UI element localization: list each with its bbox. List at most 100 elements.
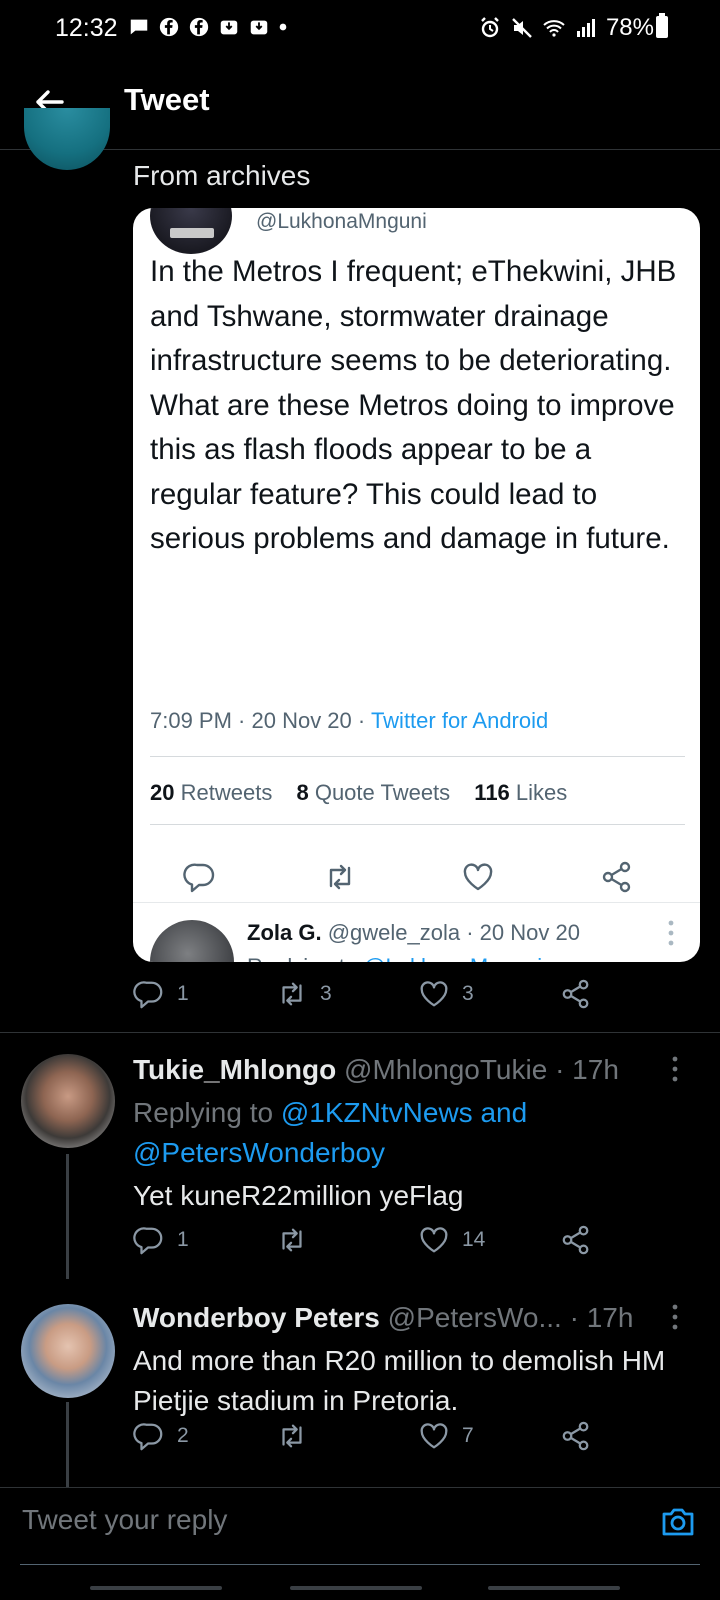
like-button[interactable]: 3 [418, 978, 474, 1010]
retweet-button[interactable]: 3 [276, 978, 332, 1010]
reply-icon [133, 981, 163, 1009]
share-icon [562, 979, 589, 1009]
share-button[interactable] [560, 1420, 592, 1452]
reply-count: 1 [177, 982, 189, 1005]
tweet-source-link[interactable]: Twitter for Android [371, 708, 548, 733]
heart-icon [420, 1423, 448, 1449]
quoted-tweet-text: In the Metros I frequent; eThekwini, JHB… [150, 255, 677, 555]
heart-icon [420, 981, 448, 1007]
retweet-icon [282, 982, 302, 1006]
reply-icon[interactable] [183, 860, 217, 894]
gesture-bar [90, 1586, 222, 1590]
tweet-time: 7:09 PM · 20 Nov 20 · [150, 708, 371, 733]
message-icon [130, 19, 148, 35]
page-title: Tweet [124, 82, 210, 117]
status-bar: 12:32 78% [0, 0, 720, 56]
quote-tweets-count: 8 [296, 780, 309, 805]
reply-count: 2 [177, 1424, 189, 1447]
avatar[interactable] [24, 108, 110, 170]
likes-count: 116 [474, 780, 510, 805]
reply-author-name: Zola G. [247, 920, 322, 945]
facebook-icon [189, 17, 209, 37]
reply-author[interactable]: Wonderboy Peters @PetersWo... · 17h [133, 1302, 633, 1334]
tweet-text: From archives [133, 160, 311, 191]
tweet-stats: 20 Retweets 8 Quote Tweets 116 Likes [150, 780, 585, 806]
tweet-text: Yet kuneR22million yeFlag [133, 1180, 464, 1211]
input-underline [20, 1564, 700, 1565]
retweet-count: 3 [320, 982, 332, 1005]
replying-prefix: Replying to [247, 954, 363, 962]
tweet-actions: 1 14 [0, 1224, 720, 1264]
system-icons: 78% [478, 14, 654, 42]
divider [133, 902, 700, 903]
like-button[interactable]: 14 [418, 1224, 485, 1256]
reply-author[interactable]: Tukie_Mhlongo @MhlongoTukie · 17h [133, 1054, 619, 1086]
wifi-icon [543, 20, 565, 37]
retweets-label: Retweets [180, 780, 273, 805]
tweet-actions: 1 3 3 [0, 978, 720, 1018]
notification-icons [128, 16, 288, 38]
retweet-button[interactable] [276, 1420, 320, 1452]
quoted-handle[interactable]: @LukhonaMnguni [256, 210, 427, 234]
replying-handle-link[interactable]: @LukhonaMnguni [363, 954, 542, 962]
replying-to: Replying to @LukhonaMnguni [247, 954, 542, 962]
retweets-stat[interactable]: 20 Retweets [150, 780, 272, 805]
retweet-icon [282, 1424, 302, 1448]
retweet-icon[interactable] [323, 860, 357, 894]
author-name: Wonderboy Peters [133, 1302, 380, 1333]
reply-count: 1 [177, 1228, 189, 1251]
avatar[interactable] [150, 208, 232, 254]
alarm-icon [481, 17, 499, 38]
replying-prefix: Replying to [133, 1097, 281, 1128]
reply-composer: Tweet your reply [0, 1487, 720, 1600]
share-icon [562, 1421, 589, 1451]
replying-to: Replying to @1KZNtvNews and @PetersWonde… [133, 1093, 593, 1173]
likes-label: Likes [515, 780, 568, 805]
divider [0, 1032, 720, 1033]
like-button[interactable]: 7 [418, 1420, 474, 1452]
share-icon[interactable] [600, 860, 634, 894]
avatar[interactable] [150, 920, 234, 962]
divider [150, 824, 685, 825]
like-count: 14 [462, 1228, 486, 1251]
status-time: 12:32 [55, 14, 118, 42]
gesture-bar [488, 1586, 620, 1590]
gesture-bar [290, 1586, 422, 1590]
reply-button[interactable]: 1 [133, 978, 189, 1010]
author-name: Tukie_Mhlongo [133, 1054, 337, 1085]
divider [150, 756, 685, 757]
signal-icon [576, 19, 595, 37]
author-meta: @PetersWo... · 17h [387, 1302, 634, 1333]
likes-stat[interactable]: 116 Likes [474, 780, 567, 805]
battery-icon [656, 13, 668, 38]
quote-tweets-stat[interactable]: 8 Quote Tweets [296, 780, 450, 805]
heart-icon [420, 1227, 448, 1253]
more-options-icon[interactable] [672, 1304, 678, 1330]
reply-input[interactable]: Tweet your reply [22, 1504, 227, 1536]
more-options-icon[interactable] [668, 920, 674, 946]
battery-percentage: 78% [605, 14, 654, 41]
more-options-icon[interactable] [672, 1056, 678, 1082]
like-count: 3 [462, 982, 474, 1005]
download-icon [220, 20, 238, 35]
avatar[interactable] [21, 1304, 115, 1398]
quote-tweets-label: Quote Tweets [314, 780, 451, 805]
facebook-icon [159, 17, 179, 37]
retweets-count: 20 [150, 780, 175, 805]
share-button[interactable] [560, 1224, 592, 1256]
reply-icon [133, 1227, 163, 1255]
reply-button[interactable]: 1 [133, 1224, 189, 1256]
reply-button[interactable]: 2 [133, 1420, 189, 1452]
share-button[interactable] [560, 978, 592, 1010]
reply-author[interactable]: Zola G. @gwele_zola · 20 Nov 20 [247, 920, 580, 946]
tweet-text: And more than R20 million to demolish HM… [133, 1345, 666, 1416]
quoted-tweet-card[interactable]: @LukhonaMnguni In the Metros I frequent;… [133, 208, 700, 962]
tweet-actions: 2 7 [0, 1420, 720, 1460]
heart-icon[interactable] [461, 860, 495, 894]
avatar[interactable] [21, 1054, 115, 1148]
camera-icon[interactable] [658, 1502, 698, 1542]
retweet-button[interactable] [276, 1224, 320, 1256]
tweet-timestamp: 7:09 PM · 20 Nov 20 · Twitter for Androi… [150, 708, 548, 734]
reply-author-meta: @gwele_zola · 20 Nov 20 [327, 920, 580, 945]
reply-icon [133, 1423, 163, 1451]
